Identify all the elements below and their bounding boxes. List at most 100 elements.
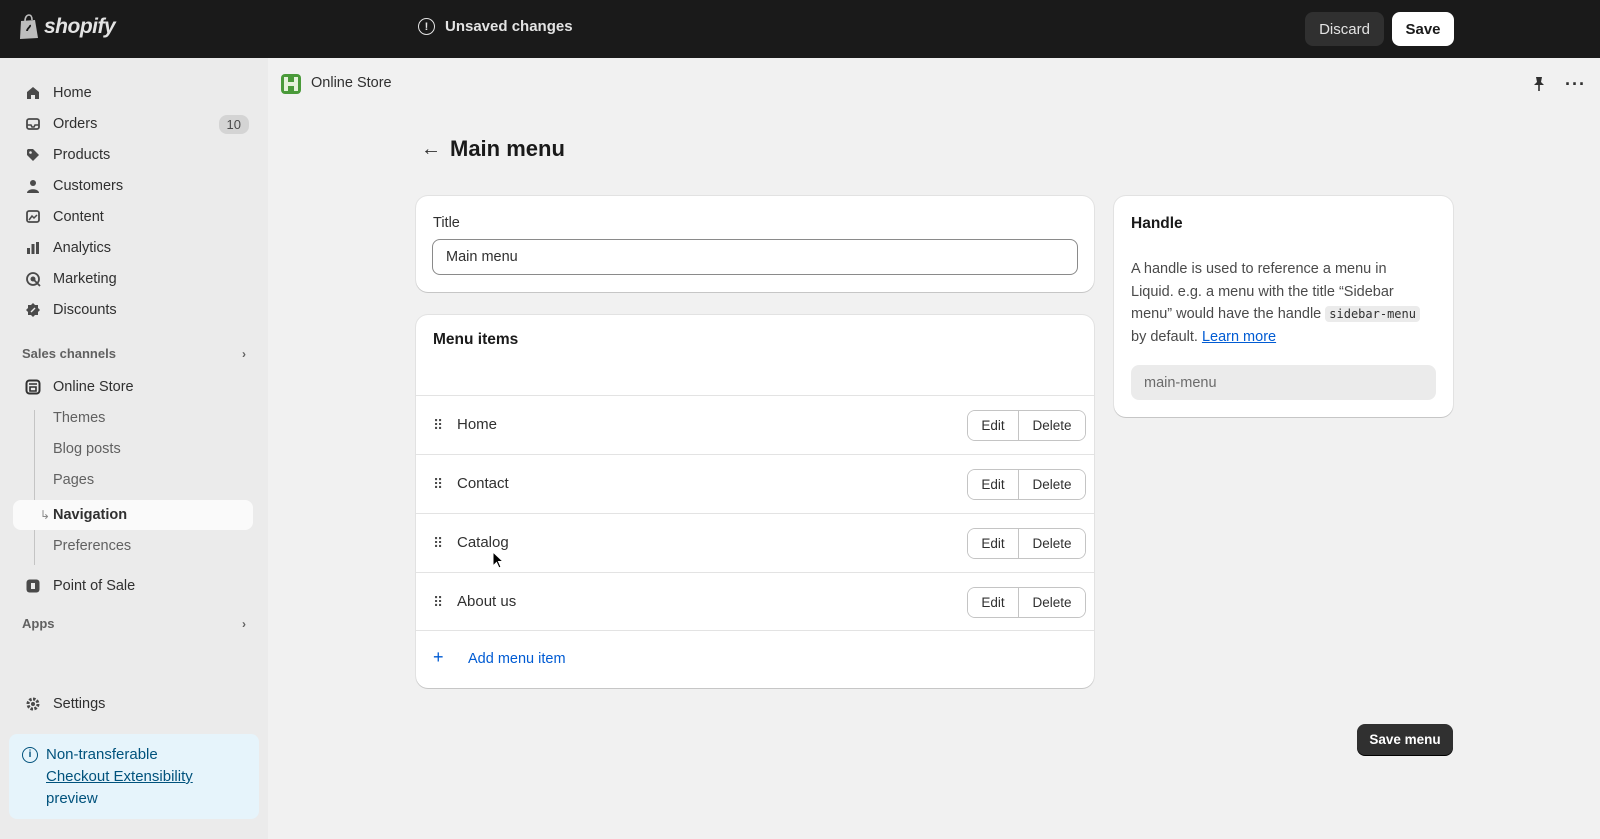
row-actions: Edit Delete (967, 469, 1086, 500)
row-actions: Edit Delete (967, 410, 1086, 441)
chevron-right-icon: › (242, 616, 246, 631)
sidebar-item-label: Orders (53, 116, 98, 132)
sidebar-item-discounts[interactable]: Discounts (13, 295, 253, 325)
image-icon (26, 210, 40, 223)
target-icon (26, 272, 41, 287)
title-input[interactable] (432, 239, 1078, 275)
edit-button[interactable]: Edit (968, 411, 1019, 440)
row-actions: Edit Delete (967, 528, 1086, 559)
more-options-icon[interactable]: ··· (1565, 74, 1586, 95)
delete-button[interactable]: Delete (1019, 411, 1085, 440)
store-name: Online Store (311, 75, 392, 91)
save-menu-button[interactable]: Save menu (1357, 724, 1453, 755)
sidebar-item-products[interactable]: Products (13, 140, 253, 170)
sidebar-item-settings[interactable]: Settings (13, 689, 253, 719)
menu-item-row[interactable]: ⠿ Contact Edit Delete (416, 454, 1094, 513)
checkout-extensibility-link[interactable]: Checkout Extensibility (46, 766, 247, 788)
apps-section[interactable]: Apps › (22, 616, 246, 631)
sidebar-item-home[interactable]: Home (13, 78, 253, 108)
sales-channels-section[interactable]: Sales channels › (22, 346, 246, 361)
sidebar-item-point-of-sale[interactable]: Point of Sale (13, 571, 253, 601)
apps-label: Apps (22, 616, 55, 631)
menu-item-row[interactable]: ⠿ Home Edit Delete (416, 395, 1094, 454)
storefront-icon (25, 379, 41, 395)
sidebar-subitem-pages[interactable]: Pages (13, 465, 253, 495)
menu-item-label: About us (457, 593, 517, 610)
save-button[interactable]: Save (1392, 12, 1454, 46)
pin-icon[interactable] (1532, 76, 1546, 92)
sidebar-item-label: Content (53, 209, 104, 225)
orders-count-badge: 10 (218, 114, 249, 134)
sidebar-subitem-blog-posts[interactable]: Blog posts (13, 434, 253, 464)
page-title: Main menu (450, 136, 565, 161)
sidebar-subitem-label: Pages (53, 472, 95, 488)
menu-items-card: Menu items ⠿ Home Edit Delete ⠿ Contact … (416, 315, 1094, 688)
sidebar-item-marketing[interactable]: Marketing (13, 264, 253, 294)
menu-item-row[interactable]: ⠿ Catalog Edit Delete (416, 513, 1094, 572)
handle-input[interactable] (1131, 365, 1436, 400)
handle-heading: Handle (1131, 215, 1183, 232)
sidebar-item-label: Home (53, 85, 92, 101)
inbox-icon (26, 118, 40, 130)
info-icon: i (22, 747, 38, 763)
menu-items-heading: Menu items (433, 331, 519, 348)
chevron-right-icon: › (242, 346, 246, 361)
page-header-strip: Online Store ··· (268, 58, 1600, 108)
drag-handle-icon[interactable]: ⠿ (433, 476, 443, 493)
sidebar-item-content[interactable]: Content (13, 202, 253, 232)
handle-description: A handle is used to reference a menu in … (1131, 258, 1431, 348)
sidebar-subitem-label: Preferences (53, 538, 132, 554)
shopping-bag-icon (20, 14, 38, 39)
menu-item-label: Contact (457, 475, 509, 492)
edit-button[interactable]: Edit (968, 588, 1019, 617)
menu-item-label: Home (457, 416, 498, 433)
unsaved-changes-text: Unsaved changes (445, 18, 573, 35)
sidebar-item-online-store[interactable]: Online Store (13, 372, 253, 402)
info-icon: ! (418, 18, 435, 35)
back-arrow-icon[interactable]: ← (421, 138, 441, 161)
add-menu-item-row[interactable]: + Add menu item (416, 630, 1094, 688)
mouse-cursor-icon (492, 551, 504, 569)
sidebar: Home Orders 10 Products Customers Conten… (0, 58, 268, 839)
menu-item-row[interactable]: ⠿ About us Edit Delete (416, 572, 1094, 631)
sidebar-subitem-label: Themes (53, 410, 106, 426)
edit-button[interactable]: Edit (968, 470, 1019, 499)
sidebar-item-label: Marketing (53, 271, 117, 287)
sidebar-item-analytics[interactable]: Analytics (13, 233, 253, 263)
sidebar-item-orders[interactable]: Orders 10 (13, 109, 253, 139)
add-menu-item-link[interactable]: Add menu item (468, 651, 566, 667)
handle-card: Handle A handle is used to reference a m… (1114, 196, 1453, 417)
tree-branch-icon: ↳ (40, 508, 51, 522)
plus-icon: + (433, 647, 444, 667)
tag-icon (27, 149, 39, 161)
checkout-extensibility-banner[interactable]: i Non-transferable Checkout Extensibilit… (9, 734, 259, 819)
sidebar-item-label: Discounts (53, 302, 117, 318)
drag-handle-icon[interactable]: ⠿ (433, 594, 443, 611)
discount-icon (26, 303, 40, 317)
delete-button[interactable]: Delete (1019, 588, 1085, 617)
title-card: Title (416, 196, 1094, 292)
handle-example-code: sidebar-menu (1325, 306, 1420, 322)
handle-description-text-2: by default. (1131, 328, 1202, 345)
sidebar-subitem-preferences[interactable]: Preferences (13, 531, 253, 561)
delete-button[interactable]: Delete (1019, 529, 1085, 558)
discard-button[interactable]: Discard (1305, 12, 1384, 46)
logo-wordmark: shopify (44, 15, 116, 38)
sidebar-subitem-navigation[interactable]: ↳ Navigation (13, 500, 253, 530)
sidebar-item-label: Settings (53, 696, 106, 712)
sidebar-item-customers[interactable]: Customers (13, 171, 253, 201)
online-store-icon (281, 74, 301, 94)
sidebar-subitem-label: Blog posts (53, 441, 121, 457)
edit-button[interactable]: Edit (968, 529, 1019, 558)
delete-button[interactable]: Delete (1019, 470, 1085, 499)
sidebar-subitem-themes[interactable]: Themes (13, 403, 253, 433)
sidebar-item-label: Online Store (53, 379, 134, 395)
banner-line-1: Non-transferable (46, 746, 158, 763)
menu-item-label: Catalog (457, 534, 509, 551)
shopify-logo[interactable]: shopify (18, 14, 116, 40)
drag-handle-icon[interactable]: ⠿ (433, 535, 443, 552)
sidebar-item-label: Products (53, 147, 111, 163)
drag-handle-icon[interactable]: ⠿ (433, 417, 443, 434)
row-actions: Edit Delete (967, 587, 1086, 618)
learn-more-link[interactable]: Learn more (1202, 329, 1276, 345)
